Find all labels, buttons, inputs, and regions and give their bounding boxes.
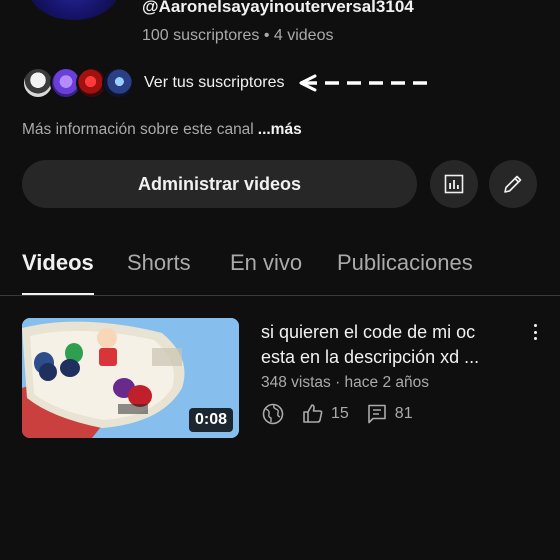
comment-icon[interactable]	[365, 402, 389, 426]
video-duration: 0:08	[188, 408, 233, 432]
video-list-item[interactable]: 0:08 si quieren el code de mi oc esta en…	[22, 318, 542, 440]
more-options-icon[interactable]	[528, 321, 542, 343]
tab-live[interactable]: En vivo	[230, 250, 302, 276]
analytics-button[interactable]	[430, 160, 478, 208]
channel-stats: 100 suscriptores • 4 videos	[142, 27, 334, 44]
subscriber-avatars	[22, 66, 134, 100]
view-subscribers-link[interactable]: Ver tus suscriptores	[144, 74, 285, 92]
subscriber-avatar	[102, 67, 134, 99]
channel-tabs: Videos Shorts En vivo Publicaciones	[0, 238, 560, 296]
video-meta: 348 vistas · hace 2 años	[261, 374, 430, 391]
pencil-icon	[504, 175, 522, 193]
video-stats-row: 15 81	[261, 402, 429, 426]
more-link[interactable]: ...más	[258, 121, 302, 138]
more-info-text: Más información sobre este canal	[22, 121, 254, 138]
channel-handle: @Aaronelsayayinouterversal3104	[142, 0, 414, 16]
channel-more-info[interactable]: Más información sobre este canal ...más	[22, 121, 302, 139]
tab-shorts[interactable]: Shorts	[127, 250, 191, 276]
video-thumbnail[interactable]: 0:08	[22, 318, 239, 438]
tab-posts[interactable]: Publicaciones	[337, 250, 473, 276]
active-tab-indicator	[22, 293, 94, 295]
manage-videos-button[interactable]: Administrar videos	[22, 160, 417, 208]
video-title-line: esta en la descripción xd ...	[261, 347, 480, 367]
dashed-arrow-annotation	[299, 73, 433, 93]
globe-icon	[261, 402, 285, 426]
video-title[interactable]: si quieren el code de mi oc esta en la d…	[261, 320, 523, 370]
edit-button[interactable]	[489, 160, 537, 208]
video-title-line: si quieren el code de mi oc	[261, 322, 476, 342]
tab-videos[interactable]: Videos	[22, 250, 94, 276]
comment-count: 81	[394, 405, 413, 422]
channel-avatar[interactable]	[28, 0, 120, 20]
like-count: 15	[331, 405, 349, 422]
analytics-icon	[444, 174, 464, 194]
thumbs-up-icon[interactable]	[301, 402, 325, 426]
subscribers-row[interactable]: Ver tus suscriptores	[22, 66, 433, 100]
